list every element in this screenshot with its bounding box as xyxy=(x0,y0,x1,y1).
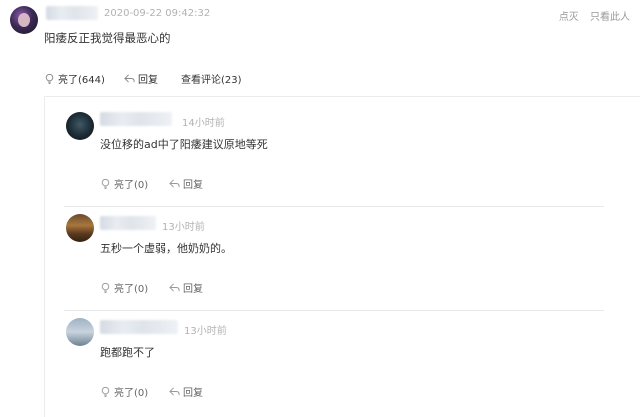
main-like-label: 亮了(644) xyxy=(58,75,105,86)
only-this-user-button[interactable]: 只看此人 xyxy=(590,12,630,23)
reply-like-label: 亮了(0) xyxy=(114,180,149,191)
reply-avatar[interactable] xyxy=(66,214,94,242)
reply-time: 13小时前 xyxy=(184,326,227,337)
main-comment-text: 阳痿反正我觉得最恶心的 xyxy=(44,31,171,45)
main-reply-label: 回复 xyxy=(138,75,158,86)
reply-arrow-icon xyxy=(169,387,180,396)
main-comment-top-actions: 点灭 只看此人 xyxy=(551,8,630,23)
lightbulb-icon xyxy=(45,73,54,84)
reply-text: 没位移的ad中了阳痿建议原地等死 xyxy=(100,138,268,151)
reply-reply-label: 回复 xyxy=(183,284,203,295)
reply-arrow-icon xyxy=(169,283,180,292)
reply-reply-button[interactable]: 回复 xyxy=(169,384,203,399)
reply-avatar[interactable] xyxy=(66,112,94,140)
reply-divider xyxy=(64,206,604,207)
reply-username-blurred[interactable] xyxy=(100,216,156,230)
main-comment-username-blurred[interactable] xyxy=(46,6,98,20)
main-comment-avatar[interactable] xyxy=(10,6,38,34)
lightbulb-icon xyxy=(101,282,110,293)
reply-reply-button[interactable]: 回复 xyxy=(169,280,203,295)
reply-like-button[interactable]: 亮了(0) xyxy=(100,384,148,399)
lightbulb-icon xyxy=(101,386,110,397)
reply-reply-button[interactable]: 回复 xyxy=(169,176,203,191)
reply-arrow-icon xyxy=(169,179,180,188)
reply-like-button[interactable]: 亮了(0) xyxy=(100,280,148,295)
reply-text: 跑都跑不了 xyxy=(100,346,155,359)
reply-reply-label: 回复 xyxy=(183,388,203,399)
reply-like-button[interactable]: 亮了(0) xyxy=(100,176,148,191)
main-comment-time: 2020-09-22 09:42:32 xyxy=(104,8,211,19)
reply-time: 13小时前 xyxy=(162,222,205,233)
diss-button[interactable]: 点灭 xyxy=(559,12,579,23)
reply-time: 14小时前 xyxy=(182,118,225,129)
reply-reply-label: 回复 xyxy=(183,180,203,191)
view-comments-button[interactable]: 查看评论(23) xyxy=(181,71,242,86)
reply-like-label: 亮了(0) xyxy=(114,284,149,295)
main-reply-button[interactable]: 回复 xyxy=(124,71,158,86)
reply-divider xyxy=(64,310,604,311)
reply-username-blurred[interactable] xyxy=(100,320,178,334)
reply-avatar[interactable] xyxy=(66,318,94,346)
reply-like-label: 亮了(0) xyxy=(114,388,149,399)
lightbulb-icon xyxy=(101,178,110,189)
reply-text: 五秒一个虚弱，他奶奶的。 xyxy=(100,242,232,255)
reply-username-blurred[interactable] xyxy=(100,112,172,126)
main-like-button[interactable]: 亮了(644) xyxy=(44,71,105,86)
view-comments-label: 查看评论(23) xyxy=(181,75,242,86)
reply-arrow-icon xyxy=(124,74,135,83)
